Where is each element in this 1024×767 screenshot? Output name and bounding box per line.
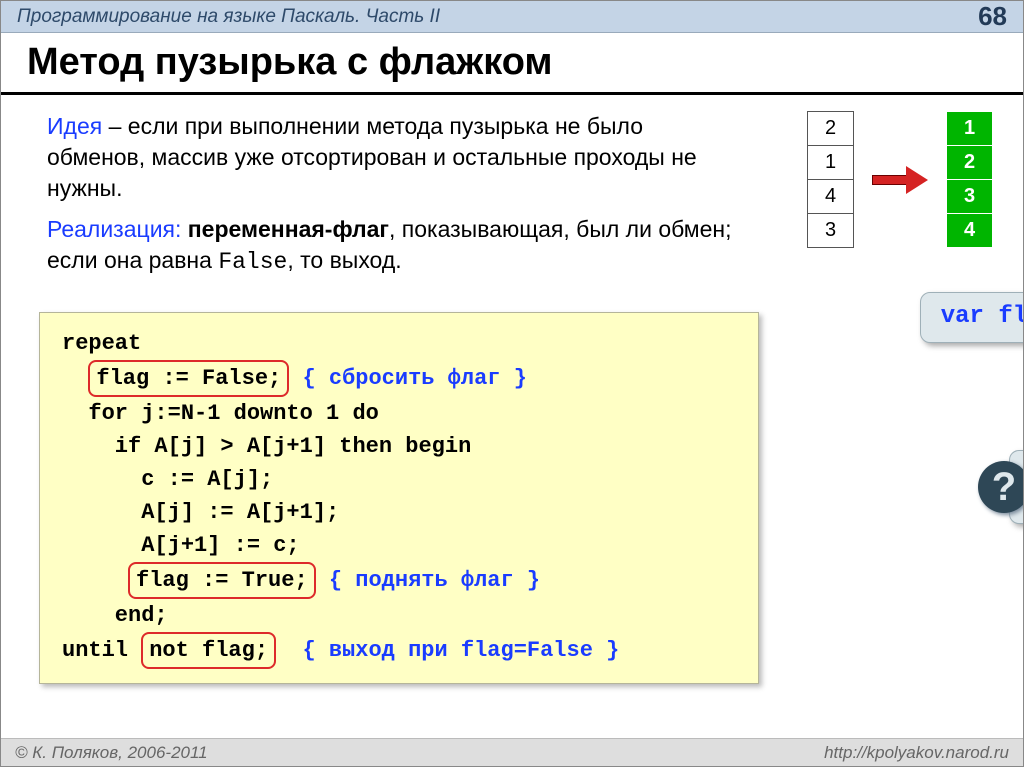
comment: { поднять флаг }	[329, 568, 540, 593]
code-wrapper: var flag: boolean; ? Как улучшить? repea…	[39, 312, 991, 684]
slide: Программирование на языке Паскаль. Часть…	[0, 0, 1024, 767]
comment: { сбросить флаг }	[302, 366, 526, 391]
page-number: 68	[978, 1, 1007, 32]
footer: © К. Поляков, 2006-2011 http://kpolyakov…	[1, 738, 1023, 766]
code-block: repeat flag := False; { сбросить флаг } …	[39, 312, 759, 684]
impl-paragraph: Реализация: переменная-флаг, показывающа…	[47, 214, 747, 278]
footer-url: http://kpolyakov.narod.ru	[824, 743, 1009, 763]
page-title: Метод пузырька с флажком	[1, 33, 1023, 95]
hl-flag-false: flag := False;	[88, 360, 289, 397]
topbar: Программирование на языке Паскаль. Часть…	[1, 1, 1023, 33]
callout-var-decl: var flag: boolean;	[920, 292, 1024, 342]
impl-mono: False	[218, 249, 287, 275]
question-icon: ?	[978, 461, 1024, 513]
idea-label: Идея	[47, 113, 102, 139]
hl-flag-true: flag := True;	[128, 562, 316, 599]
copyright: © К. Поляков, 2006-2011	[15, 743, 208, 763]
impl-tail: , то выход.	[287, 247, 401, 273]
impl-label: Реализация:	[47, 216, 181, 242]
comment: { выход при flag=False }	[302, 638, 619, 663]
body: Идея – если при выполнении метода пузырь…	[1, 95, 1023, 684]
idea-paragraph: Идея – если при выполнении метода пузырь…	[47, 111, 747, 204]
course-title: Программирование на языке Паскаль. Часть…	[17, 6, 440, 28]
hl-not-flag: not flag;	[141, 632, 276, 669]
callout-improve: ? Как улучшить?	[1009, 450, 1024, 524]
impl-bold: переменная-флаг	[181, 216, 389, 242]
idea-text: – если при выполнении метода пузырька не…	[47, 113, 697, 201]
